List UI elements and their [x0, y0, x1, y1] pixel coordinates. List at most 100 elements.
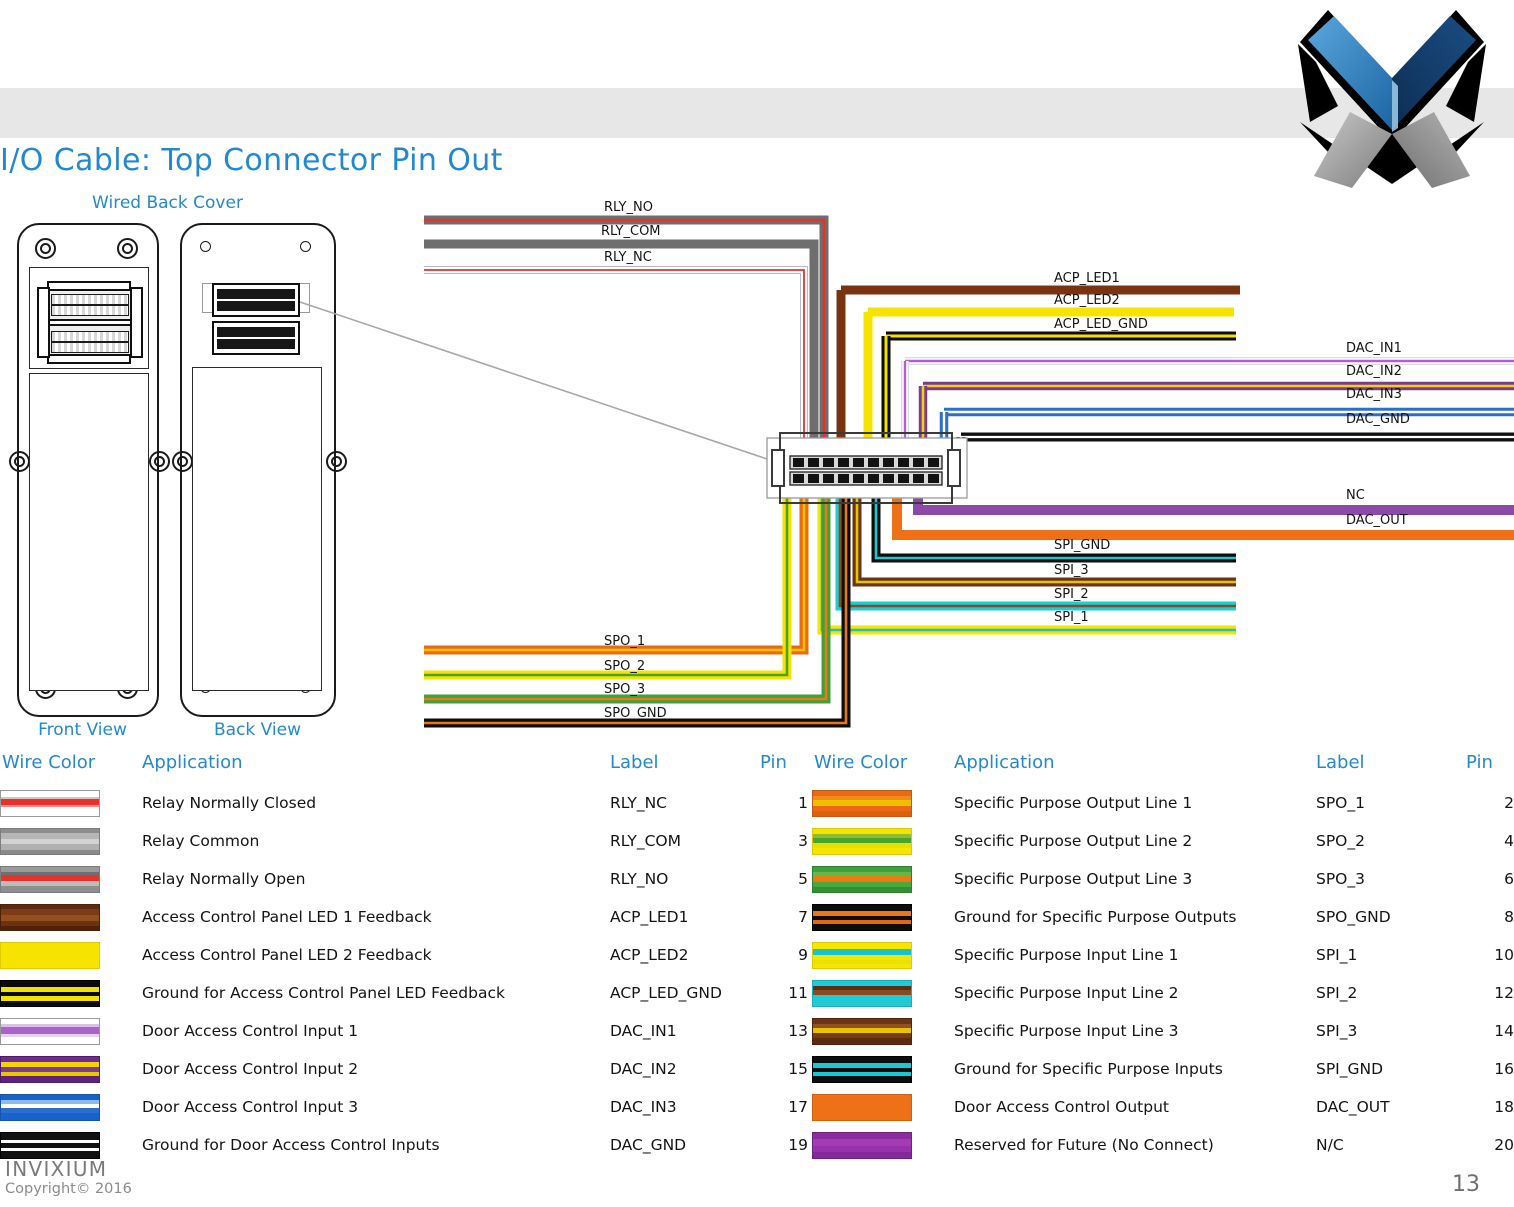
- table-row: Door Access Control Input 2 DAC_IN2 15: [0, 1050, 808, 1088]
- footer-copyright: Copyright© 2016: [5, 1181, 132, 1197]
- cell-label: N/C: [1316, 1136, 1344, 1154]
- cell-application: Ground for Door Access Control Inputs: [142, 1136, 440, 1154]
- center-connector-20pin: [766, 432, 968, 504]
- table-row: Access Control Panel LED 1 Feedback ACP_L…: [0, 898, 808, 936]
- table-header-row: Wire Color Application Label Pin: [812, 752, 1514, 784]
- header-wire-color: Wire Color: [2, 752, 96, 773]
- wire-swatch-dac-in3: [0, 1093, 100, 1121]
- wire-color-swatch: [812, 784, 932, 822]
- table-row: Access Control Panel LED 2 Feedback ACP_L…: [0, 936, 808, 974]
- wire-label-nc: NC: [1346, 488, 1365, 503]
- wire-swatch-dac-in1: [0, 1017, 100, 1045]
- wire-swatch-dac-out: [812, 1093, 912, 1121]
- table-row: Specific Purpose Input Line 1 SPI_1 10: [812, 936, 1514, 974]
- cell-label: SPI_1: [1316, 946, 1358, 964]
- wire-swatch-rly-nc: [0, 789, 100, 817]
- table-row: Ground for Access Control Panel LED Feed…: [0, 974, 808, 1012]
- header-label: Label: [610, 752, 659, 773]
- table-row: Specific Purpose Output Line 3 SPO_3 6: [812, 860, 1514, 898]
- wire-label-spi-3: SPI_3: [1054, 563, 1089, 578]
- wire-label-dac-in1: DAC_IN1: [1346, 341, 1402, 356]
- cell-application: Relay Normally Closed: [142, 794, 317, 812]
- cell-application: Specific Purpose Input Line 2: [954, 984, 1179, 1002]
- cell-application: Ground for Specific Purpose Inputs: [954, 1060, 1223, 1078]
- wire-label-spi-2: SPI_2: [1054, 587, 1089, 602]
- page-number: 13: [1452, 1172, 1480, 1197]
- cell-pin: 13: [788, 1022, 808, 1040]
- wire-swatch-spo-3: [812, 865, 912, 893]
- wire-color-swatch: [812, 860, 932, 898]
- table-row: Reserved for Future (No Connect) N/C 20: [812, 1126, 1514, 1164]
- header-pin: Pin: [1466, 752, 1493, 773]
- cell-label: RLY_NC: [610, 794, 667, 812]
- header-pin: Pin: [760, 752, 787, 773]
- wire-color-swatch: [0, 1050, 120, 1088]
- wire-color-swatch: [812, 1088, 932, 1126]
- cell-pin: 19: [788, 1136, 808, 1154]
- header-application: Application: [954, 752, 1055, 773]
- wire-harness-diagram: [424, 215, 1514, 728]
- cell-label: SPI_2: [1316, 984, 1358, 1002]
- wire-color-swatch: [0, 860, 120, 898]
- cell-application: Door Access Control Input 2: [142, 1060, 359, 1078]
- header-band: [0, 88, 1514, 138]
- cell-label: DAC_IN1: [610, 1022, 677, 1040]
- wire-swatch-acp-led-gnd: [0, 979, 100, 1007]
- cell-application: Specific Purpose Input Line 1: [954, 946, 1179, 964]
- wire-label-acp-led-gnd: ACP_LED_GND: [1054, 317, 1148, 332]
- cell-pin: 4: [1504, 832, 1514, 850]
- table-row: Relay Normally Open RLY_NO 5: [0, 860, 808, 898]
- wire-color-swatch: [0, 898, 120, 936]
- cell-pin: 3: [798, 832, 808, 850]
- header-application: Application: [142, 752, 243, 773]
- table-header-row: Wire Color Application Label Pin: [0, 752, 808, 784]
- footer-brand: INVIXIUM: [5, 1157, 108, 1181]
- wire-color-swatch: [0, 1012, 120, 1050]
- cell-label: DAC_IN3: [610, 1098, 677, 1116]
- invixium-logo-icon: [1288, 2, 1496, 192]
- wire-swatch-spi-3: [812, 1017, 912, 1045]
- wire-color-swatch: [812, 936, 932, 974]
- cell-application: Specific Purpose Input Line 3: [954, 1022, 1179, 1040]
- wire-swatch-rly-com: [0, 827, 100, 855]
- cell-application: Access Control Panel LED 2 Feedback: [142, 946, 432, 964]
- wire-label-spo-2: SPO_2: [604, 659, 646, 674]
- cell-pin: 20: [1494, 1136, 1514, 1154]
- pinout-table-right: Wire Color Application Label Pin Specifi…: [812, 752, 1514, 1164]
- wire-color-swatch: [812, 974, 932, 1012]
- cell-application: Door Access Control Output: [954, 1098, 1169, 1116]
- wire-label-rly-no: RLY_NO: [604, 200, 653, 215]
- table-row: Door Access Control Output DAC_OUT 18: [812, 1088, 1514, 1126]
- cell-label: RLY_COM: [610, 832, 681, 850]
- wire-label-acp-led2: ACP_LED2: [1054, 293, 1120, 308]
- wire-label-dac-in3: DAC_IN3: [1346, 387, 1402, 402]
- table-row: Relay Normally Closed RLY_NC 1: [0, 784, 808, 822]
- wire-color-swatch: [812, 1050, 932, 1088]
- wire-swatch-spo-gnd: [812, 903, 912, 931]
- table-left-body: Relay Normally Closed RLY_NC 1 Relay Common…: [0, 784, 808, 1164]
- cell-label: DAC_GND: [610, 1136, 687, 1154]
- cell-application: Specific Purpose Output Line 2: [954, 832, 1193, 850]
- cell-label: DAC_IN2: [610, 1060, 677, 1078]
- cell-application: Ground for Specific Purpose Outputs: [954, 908, 1237, 926]
- cell-application: Reserved for Future (No Connect): [954, 1136, 1214, 1154]
- cell-pin: 14: [1494, 1022, 1514, 1040]
- cell-label: SPI_3: [1316, 1022, 1358, 1040]
- table-right-body: Specific Purpose Output Line 1 SPO_1 2 Spec…: [812, 784, 1514, 1164]
- cell-pin: 2: [1504, 794, 1514, 812]
- wire-label-spi-1: SPI_1: [1054, 610, 1089, 625]
- cell-pin: 8: [1504, 908, 1514, 926]
- cell-label: SPO_1: [1316, 794, 1365, 812]
- cell-application: Relay Normally Open: [142, 870, 306, 888]
- page-title: I/O Cable: Top Connector Pin Out: [0, 143, 503, 178]
- cell-pin: 16: [1494, 1060, 1514, 1078]
- cell-label: SPI_GND: [1316, 1060, 1384, 1078]
- cell-pin: 1: [798, 794, 808, 812]
- wire-color-swatch: [812, 1012, 932, 1050]
- table-row: Specific Purpose Output Line 1 SPO_1 2: [812, 784, 1514, 822]
- table-row: Specific Purpose Output Line 2 SPO_2 4: [812, 822, 1514, 860]
- cell-label: SPO_GND: [1316, 908, 1391, 926]
- header-wire-color: Wire Color: [814, 752, 908, 773]
- wire-color-swatch: [0, 974, 120, 1012]
- wire-label-rly-com: RLY_COM: [601, 224, 661, 239]
